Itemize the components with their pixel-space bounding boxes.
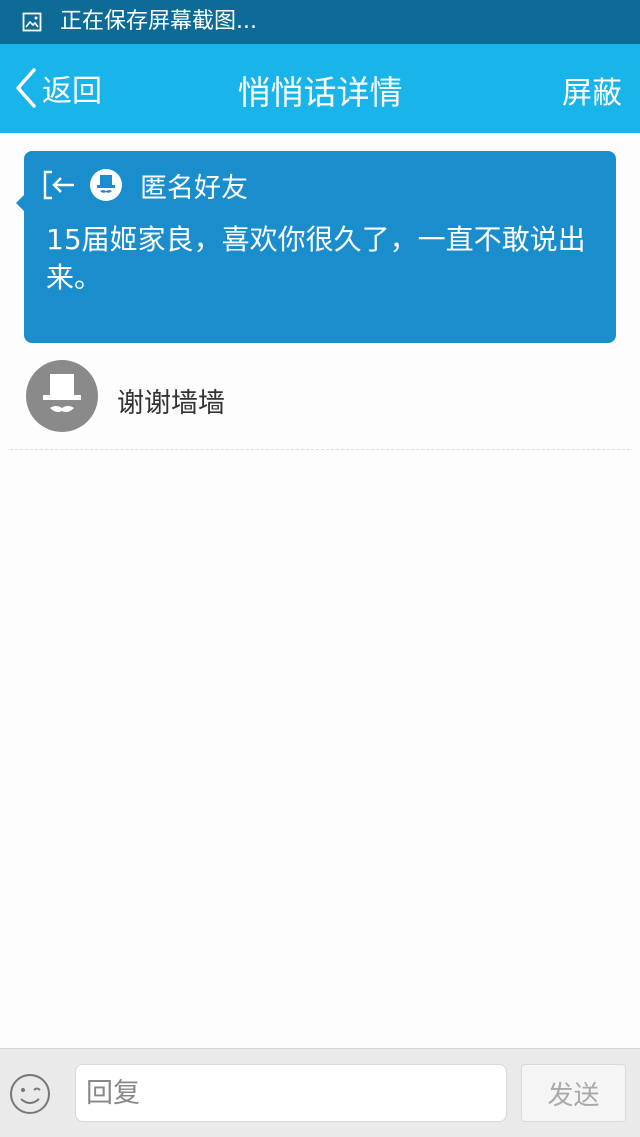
anonymous-avatar-icon xyxy=(26,360,98,432)
message-card: 匿名好友 15届姬家良，喜欢你很久了，一直不敢说出来。 xyxy=(16,151,616,343)
sender-name: 匿名好友 xyxy=(140,172,248,204)
composer-bar: 发送 xyxy=(0,1048,640,1137)
reply-input[interactable] xyxy=(75,1064,507,1122)
message-text: 15届姬家良，喜欢你很久了，一直不敢说出来。 xyxy=(46,223,586,294)
nav-bar: 返回 悄悄话详情 屏蔽 xyxy=(0,44,640,133)
exit-icon[interactable] xyxy=(42,169,76,201)
card-header: 匿名好友 xyxy=(42,167,248,204)
card-pointer xyxy=(16,195,24,211)
emoji-icon[interactable] xyxy=(8,1072,52,1116)
reply-text: 谢谢墙墙 xyxy=(117,388,225,419)
block-button[interactable]: 屏蔽 xyxy=(562,68,622,112)
send-button[interactable]: 发送 xyxy=(521,1064,626,1122)
divider xyxy=(10,449,630,450)
page-title: 悄悄话详情 xyxy=(237,73,403,112)
status-bar: 正在保存屏幕截图... xyxy=(0,0,640,44)
reply-item: 谢谢墙墙 xyxy=(0,355,640,451)
status-text: 正在保存屏幕截图... xyxy=(60,9,257,34)
image-icon xyxy=(22,12,42,32)
anonymous-avatar-icon xyxy=(90,169,122,201)
